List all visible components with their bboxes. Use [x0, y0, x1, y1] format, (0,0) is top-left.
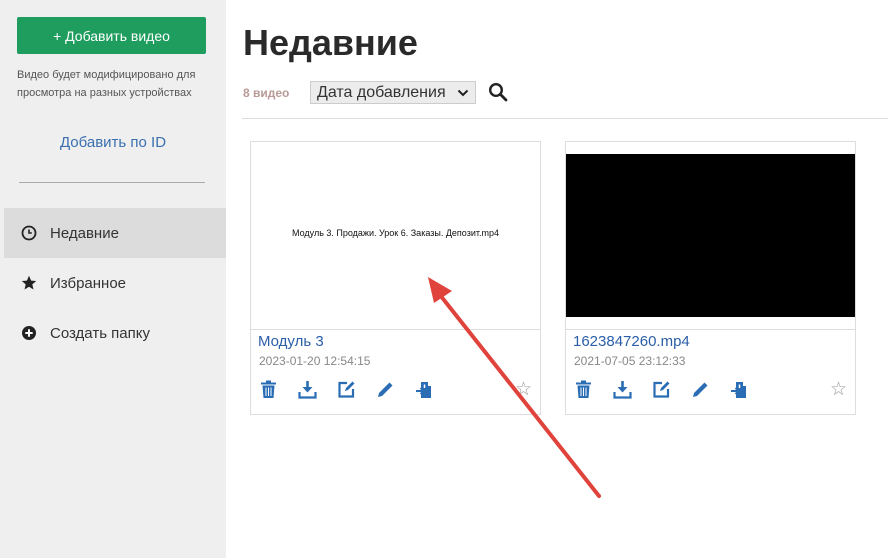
video-count: 8 видео — [243, 86, 290, 100]
sort-select[interactable]: Дата добавления — [310, 81, 476, 104]
sidebar-divider — [19, 182, 205, 183]
pencil-icon[interactable] — [691, 380, 710, 399]
sidebar-item-create-folder[interactable]: Создать папку — [4, 308, 226, 358]
video-card: Модуль 3. Продажи. Урок 6. Заказы. Депоз… — [250, 141, 541, 415]
upload-hint: Видео будет модифицировано для просмотра… — [17, 69, 196, 99]
video-thumbnail[interactable]: Модуль 3. Продажи. Урок 6. Заказы. Депоз… — [251, 142, 540, 330]
sidebar: + Добавить видео Видео будет модифициров… — [0, 0, 226, 558]
video-title[interactable]: 1623847260.mp4 — [573, 333, 690, 350]
download-icon[interactable] — [298, 380, 317, 399]
pencil-icon[interactable] — [376, 380, 395, 399]
trash-icon[interactable] — [574, 380, 593, 399]
sidebar-item-recent[interactable]: Недавние — [4, 208, 226, 258]
sidebar-item-label: Недавние — [50, 224, 119, 242]
video-actions — [259, 380, 434, 399]
search-icon[interactable] — [488, 82, 508, 102]
move-to-folder-icon[interactable] — [730, 380, 749, 399]
video-actions — [574, 380, 749, 399]
header-divider — [242, 118, 888, 119]
edit-square-icon[interactable] — [652, 380, 671, 399]
move-to-folder-icon[interactable] — [415, 380, 434, 399]
page-title: Недавние — [243, 22, 418, 63]
chevron-down-icon — [457, 86, 469, 105]
favorite-star-icon[interactable]: ☆ — [830, 380, 847, 399]
video-title[interactable]: Модуль 3 — [258, 333, 324, 350]
trash-icon[interactable] — [259, 380, 278, 399]
sidebar-item-label: Избранное — [50, 274, 127, 292]
sidebar-item-label: Создать папку — [50, 324, 150, 342]
sidebar-item-favorites[interactable]: Избранное — [4, 258, 226, 308]
clock-icon — [20, 224, 38, 242]
star-icon — [20, 274, 38, 292]
sort-selected-value: Дата добавления — [317, 83, 446, 101]
add-by-id-link[interactable]: Добавить по ID — [0, 134, 226, 151]
video-date: 2021-07-05 23:12:33 — [574, 354, 686, 368]
favorite-star-icon[interactable]: ☆ — [515, 380, 532, 399]
edit-square-icon[interactable] — [337, 380, 356, 399]
plus-circle-icon — [20, 324, 38, 342]
add-video-button[interactable]: + Добавить видео — [17, 17, 206, 54]
download-icon[interactable] — [613, 380, 632, 399]
video-thumbnail[interactable] — [566, 142, 855, 330]
thumbnail-caption: Модуль 3. Продажи. Урок 6. Заказы. Депоз… — [291, 228, 499, 238]
video-date: 2023-01-20 12:54:15 — [259, 354, 371, 368]
thumbnail-black-frame — [566, 154, 855, 317]
video-card: 1623847260.mp4 2021-07-05 23:12:33 ☆ — [565, 141, 856, 415]
